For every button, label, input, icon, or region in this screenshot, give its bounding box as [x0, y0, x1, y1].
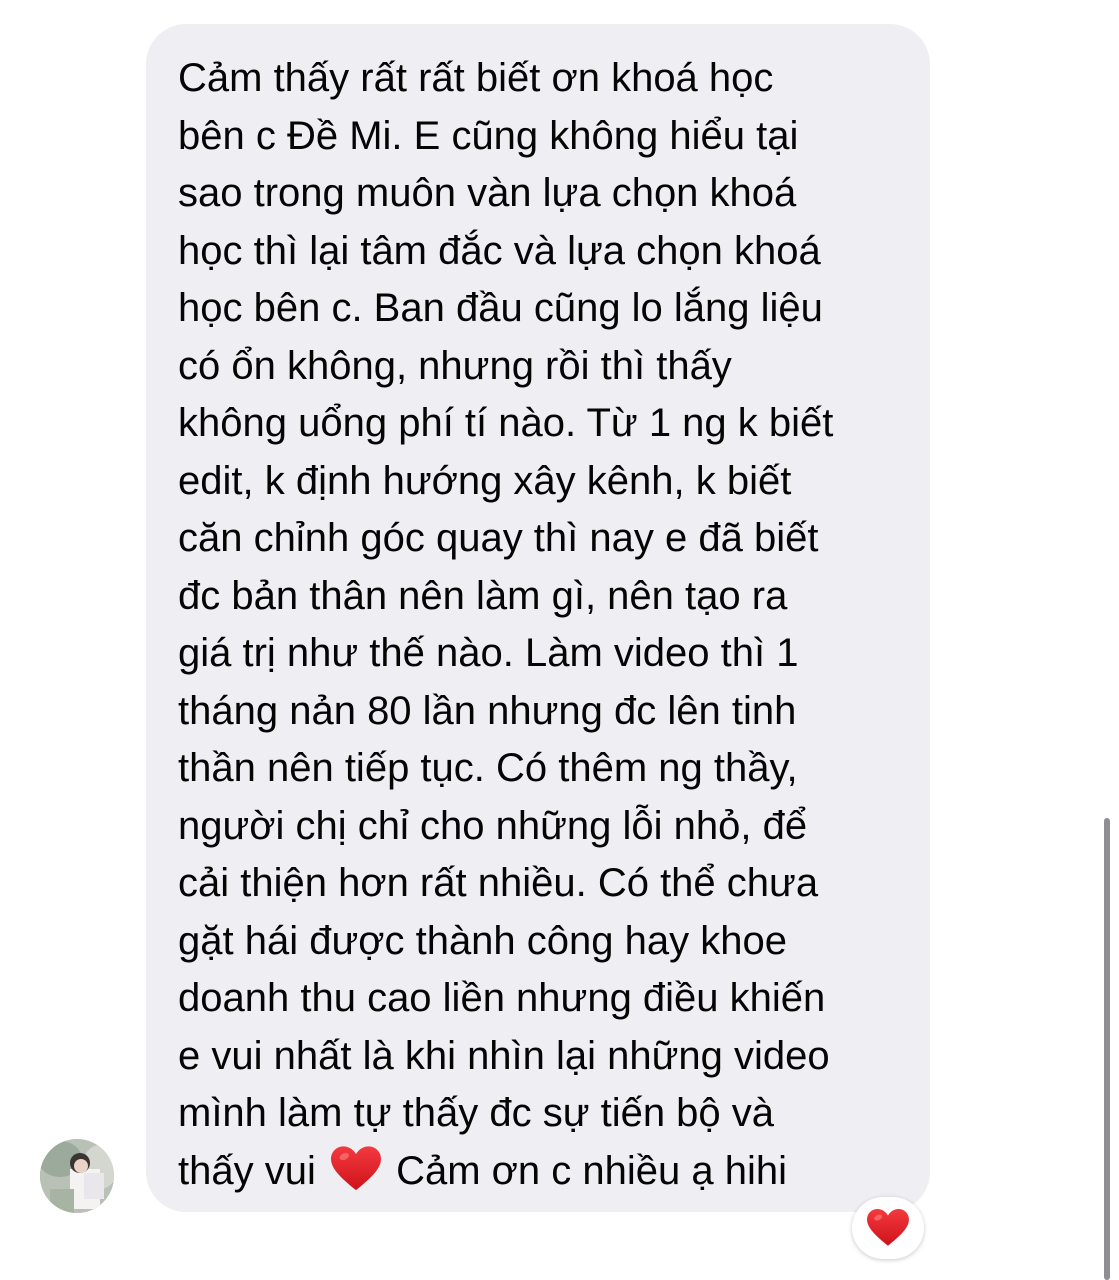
- message-line: doanh thu cao liền nhưng điều khiến: [178, 976, 826, 1020]
- message-line-last: thấy vui Cảm ơn c nhiều ạ hihi: [178, 1143, 910, 1201]
- message-line: học thì lại tâm đắc và lựa chọn khoá: [178, 228, 821, 273]
- message-line: căn chỉnh góc quay thì nay e đã biết: [178, 516, 819, 560]
- message-line: edit, k định hướng xây kênh, k biết: [178, 458, 792, 503]
- message-bubble[interactable]: Cảm thấy rất rất biết ơn khoá học bên c …: [146, 24, 930, 1212]
- message-line: học bên c. Ban đầu cũng lo lắng liệu: [178, 286, 823, 330]
- message-text-before-heart: thấy vui: [178, 1148, 316, 1193]
- sender-avatar[interactable]: [40, 1139, 114, 1213]
- red-heart-icon: [867, 1209, 909, 1246]
- message-line: sao trong muôn vàn lựa chọn khoá: [178, 171, 797, 215]
- message-line: có ổn không, nhưng rồi thì thấy: [178, 343, 732, 388]
- message-line: Cảm thấy rất rất biết ơn khoá học: [178, 56, 774, 100]
- message-line: không uổng phí tí nào. Từ 1 ng k biết: [178, 401, 834, 445]
- message-line: người chị chỉ cho những lỗi nhỏ, để: [178, 803, 808, 848]
- message-line: thần nên tiếp tục. Có thêm ng thầy,: [178, 746, 798, 790]
- message-line: tháng nản 80 lần nhưng đc lên tinh: [178, 688, 797, 733]
- message-line: đc bản thân nên làm gì, nên tạo ra: [178, 573, 788, 618]
- message-line: mình làm tự thấy đc sự tiến bộ và: [178, 1091, 775, 1135]
- message-line: gặt hái được thành công hay khoe: [178, 918, 787, 963]
- message-line: bên c Đề Mi. E cũng không hiểu tại: [178, 113, 799, 158]
- avatar-photo: [40, 1139, 114, 1213]
- message-line: e vui nhất là khi nhìn lại những video: [178, 1033, 830, 1078]
- red-heart-icon: [330, 1145, 381, 1190]
- scrollbar-thumb[interactable]: [1104, 818, 1110, 1280]
- reaction-badge[interactable]: [852, 1197, 924, 1259]
- message-text-after-heart: Cảm ơn c nhiều ạ hihi: [396, 1148, 787, 1193]
- message-line: cải thiện hơn rất nhiều. Có thể chưa: [178, 861, 819, 905]
- message-line: giá trị như thế nào. Làm video thì 1: [178, 631, 799, 675]
